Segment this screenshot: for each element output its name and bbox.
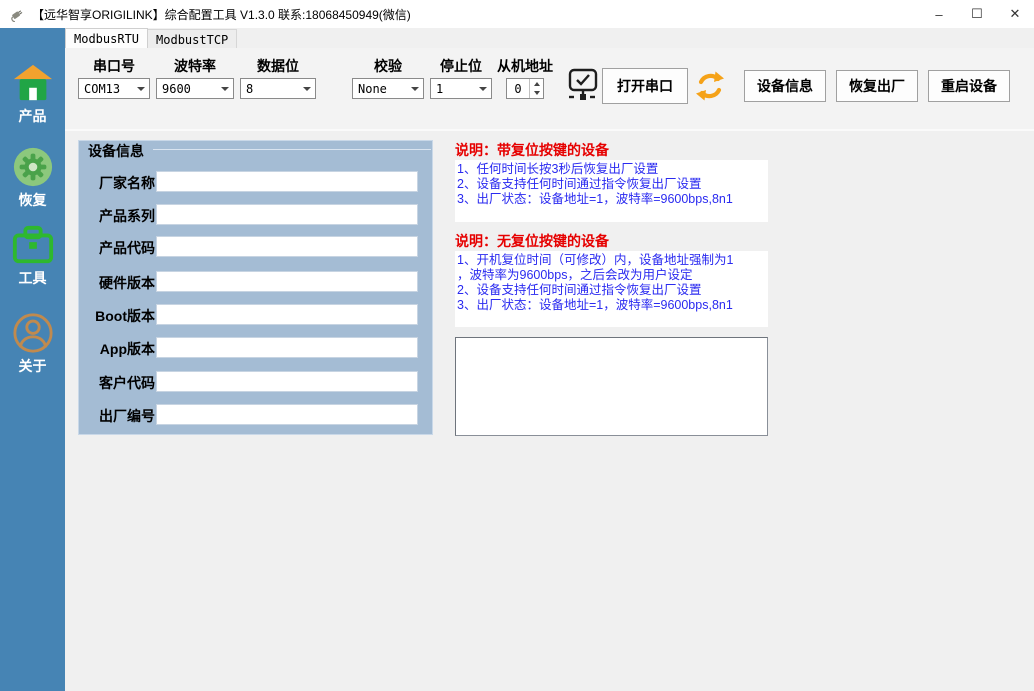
stop-bits-select[interactable]: 1	[430, 78, 492, 99]
data-bits-select[interactable]: 8	[240, 78, 316, 99]
groupbox-border-line	[153, 149, 431, 150]
note-line: 3、出厂状态：设备地址=1，波特率=9600bps,8n1	[457, 192, 767, 207]
slave-address-label: 从机地址	[494, 56, 556, 76]
tab-modbus-tcp[interactable]: ModbustTCP	[148, 29, 237, 49]
chevron-down-icon[interactable]	[407, 87, 423, 91]
vendor-name-field[interactable]	[156, 171, 418, 192]
baud-rate-label: 波特率	[156, 56, 234, 76]
sidebar: 产品 恢复 工具	[0, 28, 65, 691]
toolbox-icon	[11, 224, 55, 266]
refresh-icon[interactable]	[693, 69, 727, 103]
chevron-down-icon[interactable]	[133, 87, 149, 91]
sidebar-item-product[interactable]: 产品	[0, 62, 65, 126]
stepper-up-icon[interactable]	[530, 79, 543, 89]
sidebar-item-restore[interactable]: 恢复	[0, 146, 65, 210]
window-controls: – ☐ ✕	[920, 0, 1034, 28]
parity-label: 校验	[352, 56, 424, 76]
app-version-label: App版本	[81, 339, 155, 359]
serial-connect-status-icon	[567, 68, 599, 104]
note-heading-with-reset-button: 说明：带复位按键的设备	[455, 140, 768, 160]
product-code-field[interactable]	[156, 236, 418, 257]
note-line: 3、出厂状态：设备地址=1，波特率=9600bps,8n1	[457, 298, 767, 313]
data-bits-value: 8	[241, 82, 299, 96]
device-info-title: 设备信息	[85, 141, 147, 161]
tab-strip: ModbusRTU ModbustTCP	[65, 28, 1034, 48]
note-box-without-reset-button: 1、开机复位时间（可修改）内，设备地址强制为1 ，波特率为9600bps，之后会…	[455, 251, 768, 327]
boot-version-field[interactable]	[156, 304, 418, 325]
slave-address-stepper[interactable]	[506, 78, 544, 99]
user-icon	[12, 312, 54, 354]
note-box-with-reset-button: 1、任何时间长按3秒后恢复出厂设置 2、设备支持任何时间通过指令恢复出厂设置 3…	[455, 160, 768, 222]
app-window: 【远华智享ORIGILINK】综合配置工具 V1.3.0 联系:18068450…	[0, 0, 1034, 691]
sidebar-item-about[interactable]: 关于	[0, 312, 65, 376]
serial-port-select[interactable]: COM13	[78, 78, 150, 99]
product-series-field[interactable]	[156, 204, 418, 225]
parity-value: None	[353, 82, 407, 96]
stop-bits-label: 停止位	[430, 56, 492, 76]
baud-rate-select[interactable]: 9600	[156, 78, 234, 99]
device-info-button[interactable]: 设备信息	[744, 70, 826, 102]
hardware-version-field[interactable]	[156, 271, 418, 292]
note-heading-without-reset-button: 说明：无复位按键的设备	[455, 231, 768, 251]
title-bar: 【远华智享ORIGILINK】综合配置工具 V1.3.0 联系:18068450…	[0, 0, 1034, 28]
log-output[interactable]	[455, 337, 768, 436]
serial-port-label: 串口号	[78, 56, 150, 76]
product-series-label: 产品系列	[81, 206, 155, 226]
customer-code-label: 客户代码	[81, 373, 155, 393]
hardware-version-label: 硬件版本	[81, 273, 155, 293]
sidebar-item-label: 产品	[0, 106, 65, 126]
app-plug-icon	[9, 6, 25, 22]
vendor-name-label: 厂家名称	[81, 173, 155, 193]
app-version-field[interactable]	[156, 337, 418, 358]
parity-select[interactable]: None	[352, 78, 424, 99]
note-line: 2、设备支持任何时间通过指令恢复出厂设置	[457, 283, 767, 298]
chevron-down-icon[interactable]	[217, 87, 233, 91]
serial-number-field[interactable]	[156, 404, 418, 425]
sidebar-item-label: 工具	[0, 268, 65, 288]
note-line: 1、任何时间长按3秒后恢复出厂设置	[457, 162, 767, 177]
window-title: 【远华智享ORIGILINK】综合配置工具 V1.3.0 联系:18068450…	[32, 6, 411, 23]
home-icon	[12, 62, 54, 104]
serial-port-value: COM13	[79, 82, 133, 96]
tab-modbus-rtu[interactable]: ModbusRTU	[65, 28, 148, 48]
chevron-down-icon[interactable]	[475, 87, 491, 91]
close-button[interactable]: ✕	[996, 0, 1034, 28]
note-line: 2、设备支持任何时间通过指令恢复出厂设置	[457, 177, 767, 192]
chevron-down-icon[interactable]	[299, 87, 315, 91]
stop-bits-value: 1	[431, 82, 475, 96]
data-bits-label: 数据位	[240, 56, 316, 76]
restart-device-button[interactable]: 重启设备	[928, 70, 1010, 102]
gear-icon	[12, 146, 54, 188]
slave-address-input[interactable]	[507, 79, 529, 98]
device-info-groupbox: 设备信息 厂家名称 产品系列 产品代码 硬件版本 Boot版本 App版本 客户…	[78, 140, 433, 435]
maximize-button[interactable]: ☐	[958, 0, 996, 28]
sidebar-item-label: 关于	[0, 356, 65, 376]
note-line: 1、开机复位时间（可修改）内，设备地址强制为1	[457, 253, 767, 268]
factory-reset-button[interactable]: 恢复出厂	[836, 70, 918, 102]
stepper-down-icon[interactable]	[530, 89, 543, 99]
product-code-label: 产品代码	[81, 238, 155, 258]
serial-number-label: 出厂编号	[81, 406, 155, 426]
boot-version-label: Boot版本	[81, 306, 155, 326]
minimize-button[interactable]: –	[920, 0, 958, 28]
stepper-buttons	[529, 79, 543, 98]
customer-code-field[interactable]	[156, 371, 418, 392]
note-line: ，波特率为9600bps，之后会改为用户设定	[457, 268, 767, 283]
baud-rate-value: 9600	[157, 82, 217, 96]
sidebar-item-label: 恢复	[0, 190, 65, 210]
sidebar-item-tools[interactable]: 工具	[0, 224, 65, 288]
open-serial-button[interactable]: 打开串口	[602, 68, 688, 104]
